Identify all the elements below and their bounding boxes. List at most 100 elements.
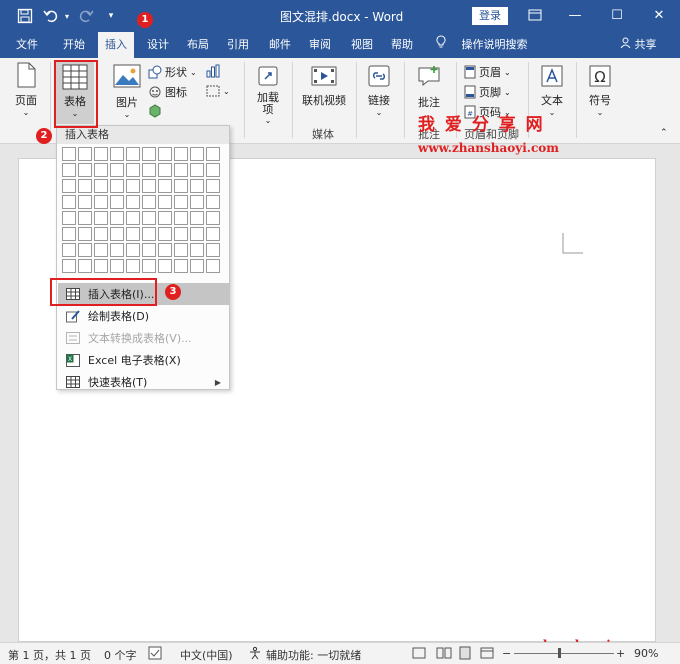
- table-grid-cell[interactable]: [62, 243, 76, 257]
- tab-insert[interactable]: 插入: [98, 32, 134, 58]
- table-grid-cell[interactable]: [126, 259, 140, 273]
- tab-mailings[interactable]: 邮件: [262, 32, 298, 58]
- quick-tables-menu-item[interactable]: 快速表格(T) ▶: [58, 371, 229, 393]
- table-grid-cell[interactable]: [158, 259, 172, 273]
- table-grid-cell[interactable]: [78, 259, 92, 273]
- zoom-slider[interactable]: [514, 653, 614, 654]
- header-button[interactable]: 页眉 ⌄: [464, 64, 511, 80]
- web-layout-icon[interactable]: [480, 646, 494, 663]
- save-icon[interactable]: [14, 6, 36, 26]
- table-grid-cell[interactable]: [110, 211, 124, 225]
- table-grid-cell[interactable]: [126, 179, 140, 193]
- zoom-out-icon[interactable]: −: [502, 647, 511, 660]
- table-grid-cell[interactable]: [190, 163, 204, 177]
- table-grid-cell[interactable]: [94, 147, 108, 161]
- excel-spreadsheet-menu-item[interactable]: X Excel 电子表格(X): [58, 349, 229, 371]
- 3d-models-button[interactable]: [148, 104, 162, 118]
- table-grid-cell[interactable]: [62, 163, 76, 177]
- tab-review[interactable]: 审阅: [302, 32, 338, 58]
- table-grid-cell[interactable]: [206, 163, 220, 177]
- symbols-button[interactable]: Ω 符号 ⌄: [582, 64, 618, 117]
- table-grid-cell[interactable]: [110, 147, 124, 161]
- undo-icon[interactable]: [40, 6, 62, 26]
- table-grid-cell[interactable]: [174, 195, 188, 209]
- tell-me-search[interactable]: 操作说明搜索: [436, 32, 528, 58]
- table-grid-cell[interactable]: [206, 195, 220, 209]
- table-grid-cell[interactable]: [142, 163, 156, 177]
- ribbon-display-options-icon[interactable]: [520, 4, 550, 26]
- addins-button[interactable]: 加载项 ⌄: [250, 64, 286, 125]
- table-grid-cell[interactable]: [94, 227, 108, 241]
- focus-mode-icon[interactable]: [412, 646, 426, 663]
- table-grid-cell[interactable]: [110, 259, 124, 273]
- table-grid-cell[interactable]: [206, 259, 220, 273]
- table-grid-cell[interactable]: [94, 243, 108, 257]
- pictures-button[interactable]: 图片 ⌄: [110, 64, 144, 119]
- read-mode-icon[interactable]: [436, 646, 452, 663]
- table-grid-cell[interactable]: [142, 211, 156, 225]
- table-grid-cell[interactable]: [206, 147, 220, 161]
- table-grid-cell[interactable]: [126, 211, 140, 225]
- word-count[interactable]: 0 个字: [104, 647, 137, 663]
- close-icon[interactable]: ✕: [644, 4, 674, 26]
- table-grid-cell[interactable]: [142, 227, 156, 241]
- table-grid-cell[interactable]: [142, 179, 156, 193]
- redo-icon[interactable]: [76, 6, 96, 26]
- online-video-button[interactable]: 联机视频: [298, 64, 350, 108]
- accessibility-status[interactable]: 辅助功能: 一切就绪: [266, 647, 361, 663]
- tab-layout[interactable]: 布局: [180, 32, 216, 58]
- proofing-icon[interactable]: [148, 646, 162, 663]
- table-grid-cell[interactable]: [190, 259, 204, 273]
- table-grid-cell[interactable]: [206, 243, 220, 257]
- page-count[interactable]: 第 1 页，共 1 页: [8, 647, 91, 663]
- table-grid-cell[interactable]: [206, 211, 220, 225]
- table-grid-cell[interactable]: [142, 195, 156, 209]
- chart-button[interactable]: [206, 64, 220, 78]
- maximize-icon[interactable]: ☐: [602, 4, 632, 26]
- collapse-ribbon-icon[interactable]: ⌃: [660, 128, 668, 138]
- print-layout-icon[interactable]: [458, 646, 472, 663]
- footer-button[interactable]: 页脚 ⌄: [464, 84, 511, 100]
- table-grid-cell[interactable]: [62, 179, 76, 193]
- tab-file[interactable]: 文件: [8, 32, 46, 58]
- table-grid-cell[interactable]: [190, 227, 204, 241]
- table-grid-cell[interactable]: [126, 227, 140, 241]
- tab-home[interactable]: 开始: [54, 32, 94, 58]
- table-grid-cell[interactable]: [94, 259, 108, 273]
- table-grid-cell[interactable]: [190, 243, 204, 257]
- table-grid-cell[interactable]: [78, 227, 92, 241]
- language[interactable]: 中文(中国): [180, 647, 233, 663]
- table-grid-cell[interactable]: [206, 179, 220, 193]
- links-button[interactable]: 链接 ⌄: [362, 64, 396, 117]
- draw-table-menu-item[interactable]: 绘制表格(D): [58, 305, 229, 327]
- zoom-in-icon[interactable]: +: [616, 647, 625, 660]
- table-grid-cell[interactable]: [142, 243, 156, 257]
- pages-button[interactable]: 页面 ⌄: [8, 62, 44, 117]
- table-grid-cell[interactable]: [78, 163, 92, 177]
- customize-toolbar-icon[interactable]: ▾: [104, 6, 118, 26]
- convert-text-to-table-menu-item[interactable]: 文本转换成表格(V)...: [58, 327, 229, 349]
- comment-button[interactable]: 批注: [410, 64, 448, 110]
- table-grid-cell[interactable]: [174, 211, 188, 225]
- shapes-button[interactable]: 形状 ⌄: [148, 64, 197, 80]
- table-grid-cell[interactable]: [142, 147, 156, 161]
- table-grid-cell[interactable]: [62, 227, 76, 241]
- zoom-slider-thumb[interactable]: [558, 648, 561, 658]
- minimize-icon[interactable]: —: [560, 4, 590, 26]
- table-grid-cell[interactable]: [174, 243, 188, 257]
- screenshot-button[interactable]: ⌄: [206, 84, 230, 98]
- zoom-level[interactable]: 90%: [634, 647, 658, 660]
- table-grid-cell[interactable]: [62, 195, 76, 209]
- table-grid-cell[interactable]: [174, 179, 188, 193]
- table-grid-cell[interactable]: [110, 195, 124, 209]
- table-grid-cell[interactable]: [110, 163, 124, 177]
- table-grid-cell[interactable]: [158, 163, 172, 177]
- tab-view[interactable]: 视图: [344, 32, 380, 58]
- table-grid-cell[interactable]: [190, 195, 204, 209]
- table-grid-cell[interactable]: [174, 259, 188, 273]
- table-grid-cell[interactable]: [158, 243, 172, 257]
- table-grid-cell[interactable]: [62, 147, 76, 161]
- table-grid-cell[interactable]: [190, 211, 204, 225]
- table-grid-cell[interactable]: [158, 179, 172, 193]
- share-button[interactable]: 共享: [620, 32, 657, 58]
